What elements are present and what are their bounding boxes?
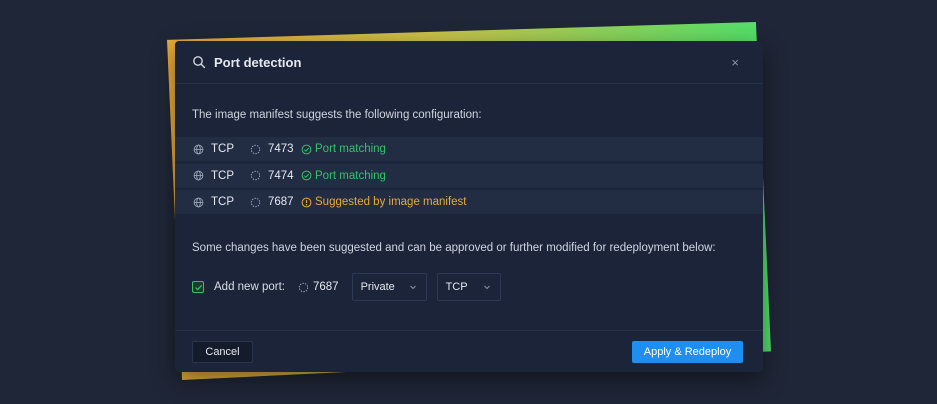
- search-icon: [193, 56, 206, 69]
- port-status: Port matching: [301, 143, 386, 155]
- add-port-row: Add new port: 7687 Private TCP: [192, 273, 501, 301]
- protocol-select[interactable]: TCP: [436, 273, 501, 301]
- visibility-select[interactable]: Private: [351, 273, 427, 301]
- port-status: Port matching: [301, 170, 386, 182]
- port-protocol: TCP: [211, 143, 234, 155]
- exclamation-circle-icon: [301, 197, 312, 207]
- port-row: TCP 7474 Port matching: [175, 163, 763, 188]
- port-status: Suggested by image manifest: [301, 196, 467, 208]
- chevron-down-icon: [409, 285, 416, 290]
- port-status-label: Suggested by image manifest: [315, 196, 467, 208]
- add-port-number: 7687: [312, 281, 339, 293]
- intro-text: The image manifest suggests the followin…: [192, 109, 482, 121]
- add-port-checkbox[interactable]: [192, 281, 204, 293]
- add-port-label: Add new port:: [214, 281, 285, 293]
- globe-icon: [193, 170, 204, 181]
- port-detection-dialog: Port detection × The image manifest sugg…: [175, 41, 763, 372]
- close-icon[interactable]: ×: [731, 55, 739, 70]
- check-circle-icon: [301, 144, 312, 154]
- chevron-down-icon: [483, 285, 490, 290]
- globe-icon: [193, 197, 204, 207]
- check-icon: [194, 284, 202, 290]
- port-protocol: TCP: [211, 196, 234, 208]
- port-status-label: Port matching: [315, 143, 386, 155]
- port-dashed-circle-icon: [298, 282, 309, 292]
- protocol-select-value: TCP: [445, 281, 468, 293]
- port-number: 7687: [268, 196, 294, 208]
- port-number: 7474: [268, 169, 294, 182]
- cancel-button[interactable]: Cancel: [192, 341, 253, 363]
- suggestion-note: Some changes have been suggested and can…: [192, 242, 716, 254]
- port-list: TCP 7473 Port matching TCP 7474 Port mat…: [175, 137, 763, 217]
- dialog-title: Port detection: [214, 54, 302, 70]
- port-dashed-circle-icon: [250, 144, 261, 154]
- port-row: TCP 7687 Suggested by image manifest: [175, 190, 763, 214]
- port-number: 7473: [268, 143, 294, 155]
- dialog-footer: Cancel Apply & Redeploy: [175, 330, 763, 372]
- apply-redeploy-button[interactable]: Apply & Redeploy: [632, 341, 743, 363]
- port-row: TCP 7473 Port matching: [175, 137, 763, 161]
- check-circle-icon: [301, 170, 312, 181]
- port-status-label: Port matching: [315, 169, 386, 182]
- visibility-select-value: Private: [360, 281, 395, 293]
- port-protocol: TCP: [211, 169, 234, 182]
- globe-icon: [193, 144, 204, 154]
- port-dashed-circle-icon: [250, 170, 261, 181]
- dialog-header: Port detection ×: [175, 41, 763, 84]
- port-dashed-circle-icon: [250, 197, 261, 207]
